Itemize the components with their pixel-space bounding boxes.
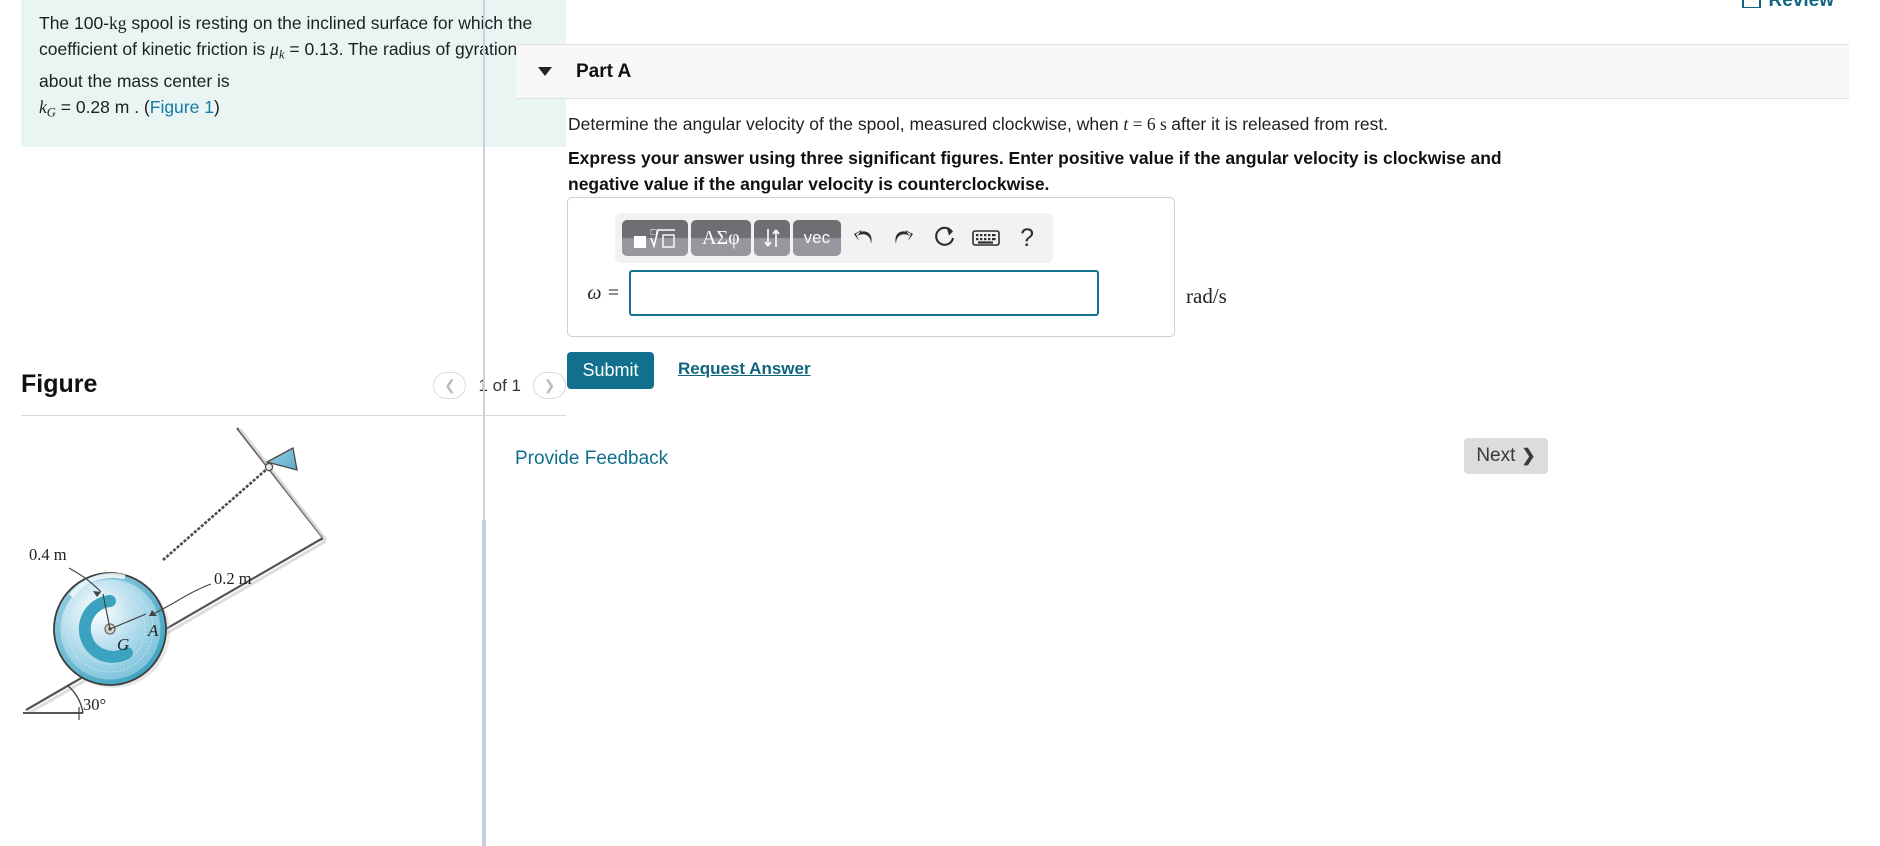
figure-1-link[interactable]: Figure 1 bbox=[150, 97, 214, 117]
answer-instruction: Express your answer using three signific… bbox=[568, 148, 1502, 194]
label-center-G: G bbox=[117, 635, 129, 654]
label-outer-radius: 0.4 m bbox=[29, 545, 67, 564]
provide-feedback-link[interactable]: Provide Feedback bbox=[515, 448, 668, 470]
submit-button[interactable]: Submit bbox=[567, 352, 654, 389]
template-math-button[interactable]: ☐ bbox=[622, 220, 688, 256]
part-a-title: Part A bbox=[576, 60, 632, 82]
label-incline-angle: 30° bbox=[83, 695, 106, 714]
kg-value: = 0.28 m . ( bbox=[55, 96, 150, 117]
answer-entry-box: ☐ ΑΣφ vec ? ω = rad/s bbox=[567, 197, 1227, 337]
question-text-b: after it is released from rest. bbox=[1171, 114, 1389, 134]
problem-closing: ) bbox=[213, 96, 220, 117]
mu-symbol: μ bbox=[270, 39, 279, 59]
chevron-left-icon[interactable]: ❮ bbox=[433, 372, 467, 399]
review-icon bbox=[1741, 0, 1761, 8]
undo-icon bbox=[854, 230, 872, 244]
reset-icon bbox=[935, 226, 955, 246]
kg-symbol: k bbox=[39, 96, 47, 117]
right-panel: Review Part A Determine the angular velo… bbox=[486, 0, 1880, 846]
template-math-icon: ☐ bbox=[634, 228, 675, 249]
problem-part-1: The 100- bbox=[39, 13, 110, 33]
time-value: = 6 bbox=[1128, 114, 1156, 134]
label-contact-A: A bbox=[147, 621, 159, 640]
omega-label: ω = bbox=[587, 281, 620, 304]
math-toolbar: ☐ ΑΣφ vec ? bbox=[615, 213, 1054, 263]
help-button[interactable]: ? bbox=[1008, 220, 1046, 256]
kg-subscript: G bbox=[46, 105, 56, 120]
next-label: Next bbox=[1476, 445, 1516, 466]
review-link[interactable]: Review bbox=[1741, 0, 1834, 8]
figure-title: Figure bbox=[21, 370, 98, 398]
answer-input[interactable] bbox=[629, 270, 1099, 316]
reset-button[interactable] bbox=[926, 220, 964, 256]
keyboard-icon bbox=[972, 230, 1000, 246]
redo-button[interactable] bbox=[885, 220, 923, 256]
question-text-a: Determine the angular velocity of the sp… bbox=[568, 114, 1124, 134]
review-label: Review bbox=[1769, 0, 1834, 8]
vector-button[interactable]: vec bbox=[792, 220, 842, 256]
keyboard-button[interactable] bbox=[967, 220, 1005, 256]
problem-kg-unit: kg bbox=[109, 13, 127, 33]
updown-arrows-button[interactable] bbox=[753, 220, 790, 256]
chevron-right-icon: ❯ bbox=[1521, 446, 1536, 465]
time-unit: s bbox=[1155, 114, 1172, 134]
answer-unit-label: rad/s bbox=[1186, 284, 1227, 308]
caret-down-icon[interactable] bbox=[538, 67, 552, 76]
updown-arrows-icon bbox=[764, 229, 780, 247]
request-answer-link[interactable]: Request Answer bbox=[678, 359, 811, 379]
redo-icon bbox=[895, 230, 914, 244]
greek-symbols-button[interactable]: ΑΣφ bbox=[691, 220, 751, 256]
problem-page: The 100-kg spool is resting on the incli… bbox=[0, 0, 1880, 846]
next-button[interactable]: Next ❯ bbox=[1464, 438, 1548, 474]
undo-button[interactable] bbox=[844, 220, 882, 256]
panel-divider-top bbox=[483, 0, 485, 520]
part-a-header[interactable]: Part A bbox=[516, 44, 1849, 99]
question-prompt: Determine the angular velocity of the sp… bbox=[568, 111, 1818, 137]
label-inner-radius: 0.2 m bbox=[214, 569, 252, 588]
answer-input-row: ω = bbox=[568, 270, 1174, 316]
